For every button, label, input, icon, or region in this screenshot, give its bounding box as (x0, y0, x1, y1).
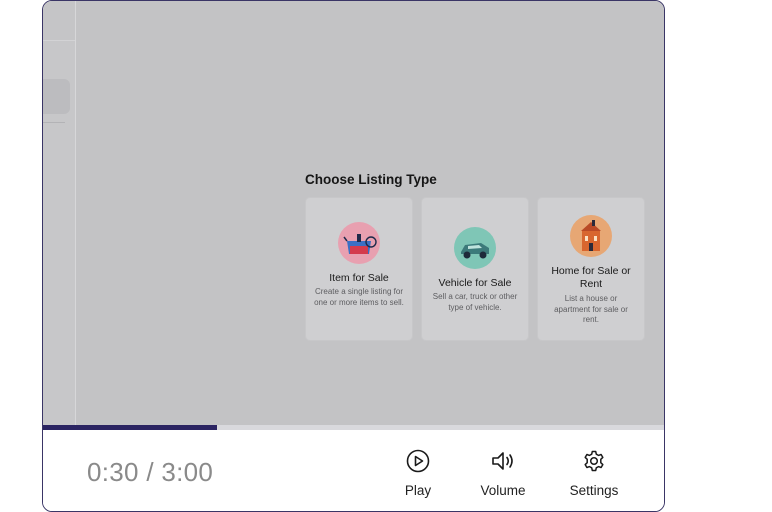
card-title: Item for Sale (329, 272, 389, 284)
volume-button[interactable]: Volume (473, 430, 533, 511)
player-controls: 0:30 / 3:00 Play Volume Settings (43, 430, 664, 511)
card-description: Create a single listing for one or more … (314, 287, 404, 307)
listing-type-title: Choose Listing Type (305, 172, 437, 187)
play-button[interactable]: Play (393, 430, 443, 511)
volume-icon (492, 452, 513, 470)
video-player: Choose Listing Type Item for Sale Create… (42, 0, 665, 512)
vehicle-for-sale-card[interactable]: Vehicle for Sale Sell a car, truck or ot… (421, 197, 529, 341)
sidebar-selected-item (43, 79, 70, 114)
home-for-sale-card[interactable]: Home for Sale or Rent List a house or ap… (537, 197, 645, 341)
settings-label: Settings (569, 483, 619, 498)
card-title: Vehicle for Sale (438, 277, 512, 289)
card-description: Sell a car, truck or other type of vehic… (432, 292, 518, 312)
video-frame[interactable]: Choose Listing Type Item for Sale Create… (43, 1, 664, 429)
vehicle-icon (454, 227, 496, 269)
time-display: 0:30 / 3:00 (87, 457, 214, 487)
sidebar-header (43, 1, 75, 41)
sidebar-divider (43, 122, 65, 123)
settings-button[interactable]: Settings (564, 430, 624, 511)
gear-icon (584, 450, 604, 472)
item-for-sale-card[interactable]: Item for Sale Create a single listing fo… (305, 197, 413, 341)
play-label: Play (404, 483, 432, 498)
item-sale-icon (338, 222, 380, 264)
card-description: List a house or apartment for sale or re… (554, 294, 628, 324)
play-icon (406, 449, 430, 473)
house-icon (570, 215, 612, 257)
volume-label: Volume (480, 483, 526, 498)
card-title: Home for Sale or Rent (551, 265, 631, 290)
background-sidebar (43, 1, 76, 429)
